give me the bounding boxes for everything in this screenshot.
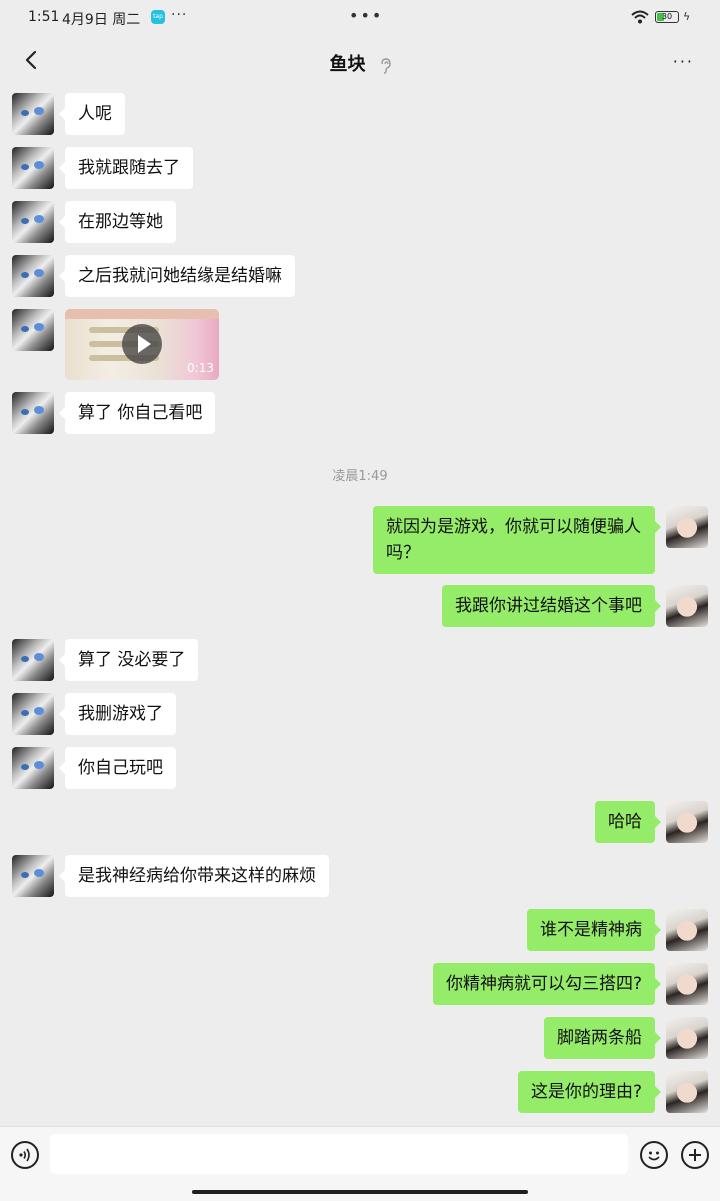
input-bar (0, 1126, 720, 1201)
taptap-app-icon: tap (151, 10, 165, 24)
home-indicator (192, 1190, 528, 1194)
my-avatar[interactable] (666, 506, 708, 548)
video-duration: 0:13 (187, 361, 214, 375)
status-bar: 1:51 4月9日 周二 tap ··· ••• 30 ϟ (0, 0, 720, 36)
message-timestamp: 凌晨1:49 (332, 469, 388, 484)
battery-level: 30 (661, 12, 673, 21)
incoming-message[interactable]: 算了 你自己看吧 (58, 392, 216, 434)
outgoing-message[interactable]: 谁不是精神病 (527, 909, 661, 951)
my-avatar[interactable] (666, 1071, 708, 1113)
contact-avatar[interactable] (12, 855, 54, 897)
notification-more-icon: ··· (171, 7, 188, 23)
contact-avatar[interactable] (12, 693, 54, 735)
my-avatar[interactable] (666, 1017, 708, 1059)
contact-avatar[interactable] (12, 147, 54, 189)
play-icon[interactable] (122, 324, 162, 364)
status-time: 1:51 (28, 9, 60, 25)
smiley-icon (648, 1151, 660, 1161)
contact-avatar[interactable] (12, 639, 54, 681)
incoming-message[interactable]: 算了 没必要了 (58, 639, 199, 681)
status-center-dots: ••• (349, 6, 384, 25)
outgoing-message[interactable]: 我跟你讲过结婚这个事吧 (442, 585, 661, 627)
wifi-icon (631, 10, 649, 24)
incoming-message[interactable]: 我删游戏了 (59, 693, 176, 735)
contact-avatar[interactable] (12, 747, 54, 789)
my-avatar[interactable] (666, 801, 708, 843)
incoming-message[interactable]: 在那边等她 (59, 201, 176, 243)
my-avatar[interactable] (666, 963, 708, 1005)
incoming-message[interactable]: 人呢 (59, 93, 125, 135)
status-date: 4月9日 周二 (62, 12, 141, 28)
incoming-message[interactable]: 你自己玩吧 (59, 747, 176, 789)
incoming-message[interactable]: 之后我就问她结缘是结婚嘛 (59, 255, 295, 297)
incoming-message[interactable]: 是我神经病给你带来这样的麻烦 (59, 855, 329, 897)
contact-avatar[interactable] (12, 93, 54, 135)
my-avatar[interactable] (666, 909, 708, 951)
chat-title: 鱼块 (329, 54, 366, 75)
outgoing-message[interactable]: 你精神病就可以勾三搭四? (432, 963, 662, 1005)
more-options-button[interactable]: ··· (673, 52, 694, 71)
outgoing-message[interactable]: 这是你的理由? (517, 1071, 662, 1113)
chat-title-wrap: 鱼块 (0, 50, 720, 76)
more-functions-button[interactable] (681, 1141, 709, 1169)
chat-header: 鱼块 ··· (0, 36, 720, 84)
incoming-message[interactable]: 我就跟随去了 (59, 147, 193, 189)
video-thumbnail-strip (65, 309, 219, 319)
outgoing-message[interactable]: 脚踏两条船 (544, 1017, 661, 1059)
my-avatar[interactable] (666, 585, 708, 627)
video-message[interactable]: 0:13 (65, 309, 219, 380)
contact-avatar[interactable] (12, 309, 54, 351)
voice-input-button[interactable] (11, 1141, 39, 1169)
battery-icon: 30 (655, 11, 679, 23)
emoji-button[interactable] (640, 1141, 668, 1169)
contact-avatar[interactable] (12, 392, 54, 434)
message-input[interactable] (50, 1134, 628, 1174)
contact-avatar[interactable] (12, 201, 54, 243)
contact-avatar[interactable] (12, 255, 54, 297)
outgoing-message[interactable]: 哈哈 (595, 801, 661, 843)
voice-icon (19, 1148, 30, 1162)
outgoing-message[interactable]: 就因为是游戏，你就可以随便骗人吗？ (373, 506, 661, 574)
charging-icon: ϟ (683, 10, 691, 23)
ear-icon (380, 57, 391, 74)
